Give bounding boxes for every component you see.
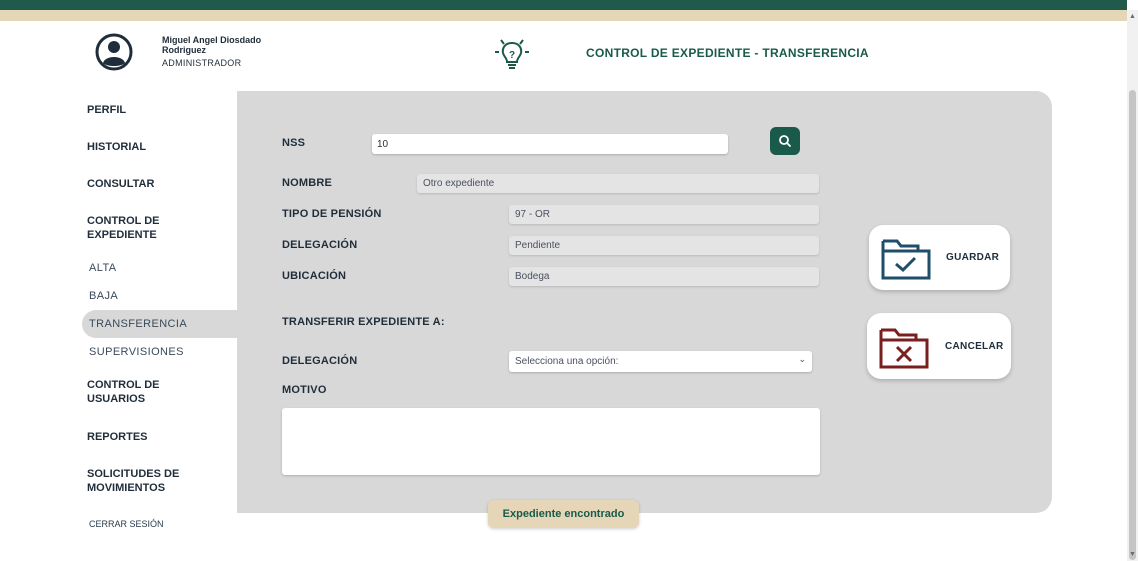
sidebar-item-reportes[interactable]: REPORTES bbox=[87, 430, 148, 444]
scroll-up-arrow-icon[interactable]: ▲ bbox=[1128, 12, 1137, 21]
cancel-button[interactable]: CANCELAR bbox=[867, 313, 1011, 379]
sidebar-item-transferencia[interactable]: TRANSFERENCIA bbox=[89, 318, 187, 330]
sidebar-item-consultar[interactable]: CONSULTAR bbox=[87, 177, 154, 191]
chevron-down-icon: ⌄ bbox=[798, 354, 806, 364]
page-scrollbar[interactable]: ▲ ▼ bbox=[1127, 10, 1138, 561]
sidebar-item-perfil[interactable]: PERFIL bbox=[87, 103, 126, 117]
delegacion-value: Pendiente bbox=[509, 236, 819, 255]
tipo-pension-label: TIPO DE PENSIÓN bbox=[282, 208, 382, 220]
search-icon bbox=[779, 135, 791, 147]
nombre-value: Otro expediente bbox=[417, 174, 819, 193]
save-button[interactable]: GUARDAR bbox=[869, 225, 1010, 290]
ubicacion-value: Bodega bbox=[509, 267, 819, 286]
sidebar-item-solicitudes[interactable]: SOLICITUDES DE MOVIMIENTOS bbox=[87, 467, 207, 495]
page-title: CONTROL DE EXPEDIENTE - TRANSFERENCIA bbox=[586, 46, 869, 60]
sidebar-item-control-usuarios[interactable]: CONTROL DE USUARIOS bbox=[87, 378, 187, 406]
logout-link[interactable]: CERRAR SESIÓN bbox=[89, 519, 164, 529]
select-value: Selecciona una opción: bbox=[515, 356, 619, 367]
folder-check-icon bbox=[881, 239, 931, 280]
nss-label: NSS bbox=[282, 137, 306, 149]
nss-input[interactable] bbox=[372, 134, 728, 154]
motivo-label: MOTIVO bbox=[282, 384, 327, 396]
search-button[interactable] bbox=[770, 127, 800, 155]
user-role: ADMINISTRADOR bbox=[162, 58, 242, 68]
lightbulb-logo-icon: ? bbox=[492, 34, 532, 74]
destino-delegacion-label: DELEGACIÓN bbox=[282, 355, 358, 367]
destino-delegacion-select[interactable]: Selecciona una opción: ⌄ bbox=[509, 351, 812, 372]
scroll-down-arrow-icon[interactable]: ▼ bbox=[1128, 550, 1137, 559]
save-label: GUARDAR bbox=[946, 252, 1000, 263]
scroll-thumb[interactable] bbox=[1129, 90, 1136, 560]
folder-x-icon bbox=[879, 328, 929, 369]
user-name: Miguel Angel Diosdado Rodriguez bbox=[162, 35, 262, 55]
sidebar-item-historial[interactable]: HISTORIAL bbox=[87, 140, 146, 154]
transferir-heading: TRANSFERIR EXPEDIENTE A: bbox=[282, 316, 445, 328]
motivo-textarea[interactable] bbox=[282, 408, 820, 475]
svg-text:?: ? bbox=[509, 50, 515, 61]
cancel-label: CANCELAR bbox=[945, 341, 1004, 352]
sidebar-item-alta[interactable]: ALTA bbox=[89, 262, 116, 274]
tipo-pension-value: 97 - OR bbox=[509, 205, 819, 224]
sidebar-item-control-expediente[interactable]: CONTROL DE EXPEDIENTE bbox=[87, 214, 187, 242]
sidebar-item-supervisiones[interactable]: SUPERVISIONES bbox=[89, 346, 184, 358]
ubicacion-label: UBICACIÓN bbox=[282, 270, 347, 282]
delegacion-label: DELEGACIÓN bbox=[282, 239, 358, 251]
top-accent-bar bbox=[0, 0, 1127, 10]
user-avatar-icon bbox=[95, 33, 133, 71]
sidebar-item-baja[interactable]: BAJA bbox=[89, 290, 118, 302]
nombre-label: NOMBRE bbox=[282, 177, 333, 189]
status-badge: Expediente encontrado bbox=[488, 500, 639, 528]
top-sand-bar bbox=[0, 10, 1127, 21]
